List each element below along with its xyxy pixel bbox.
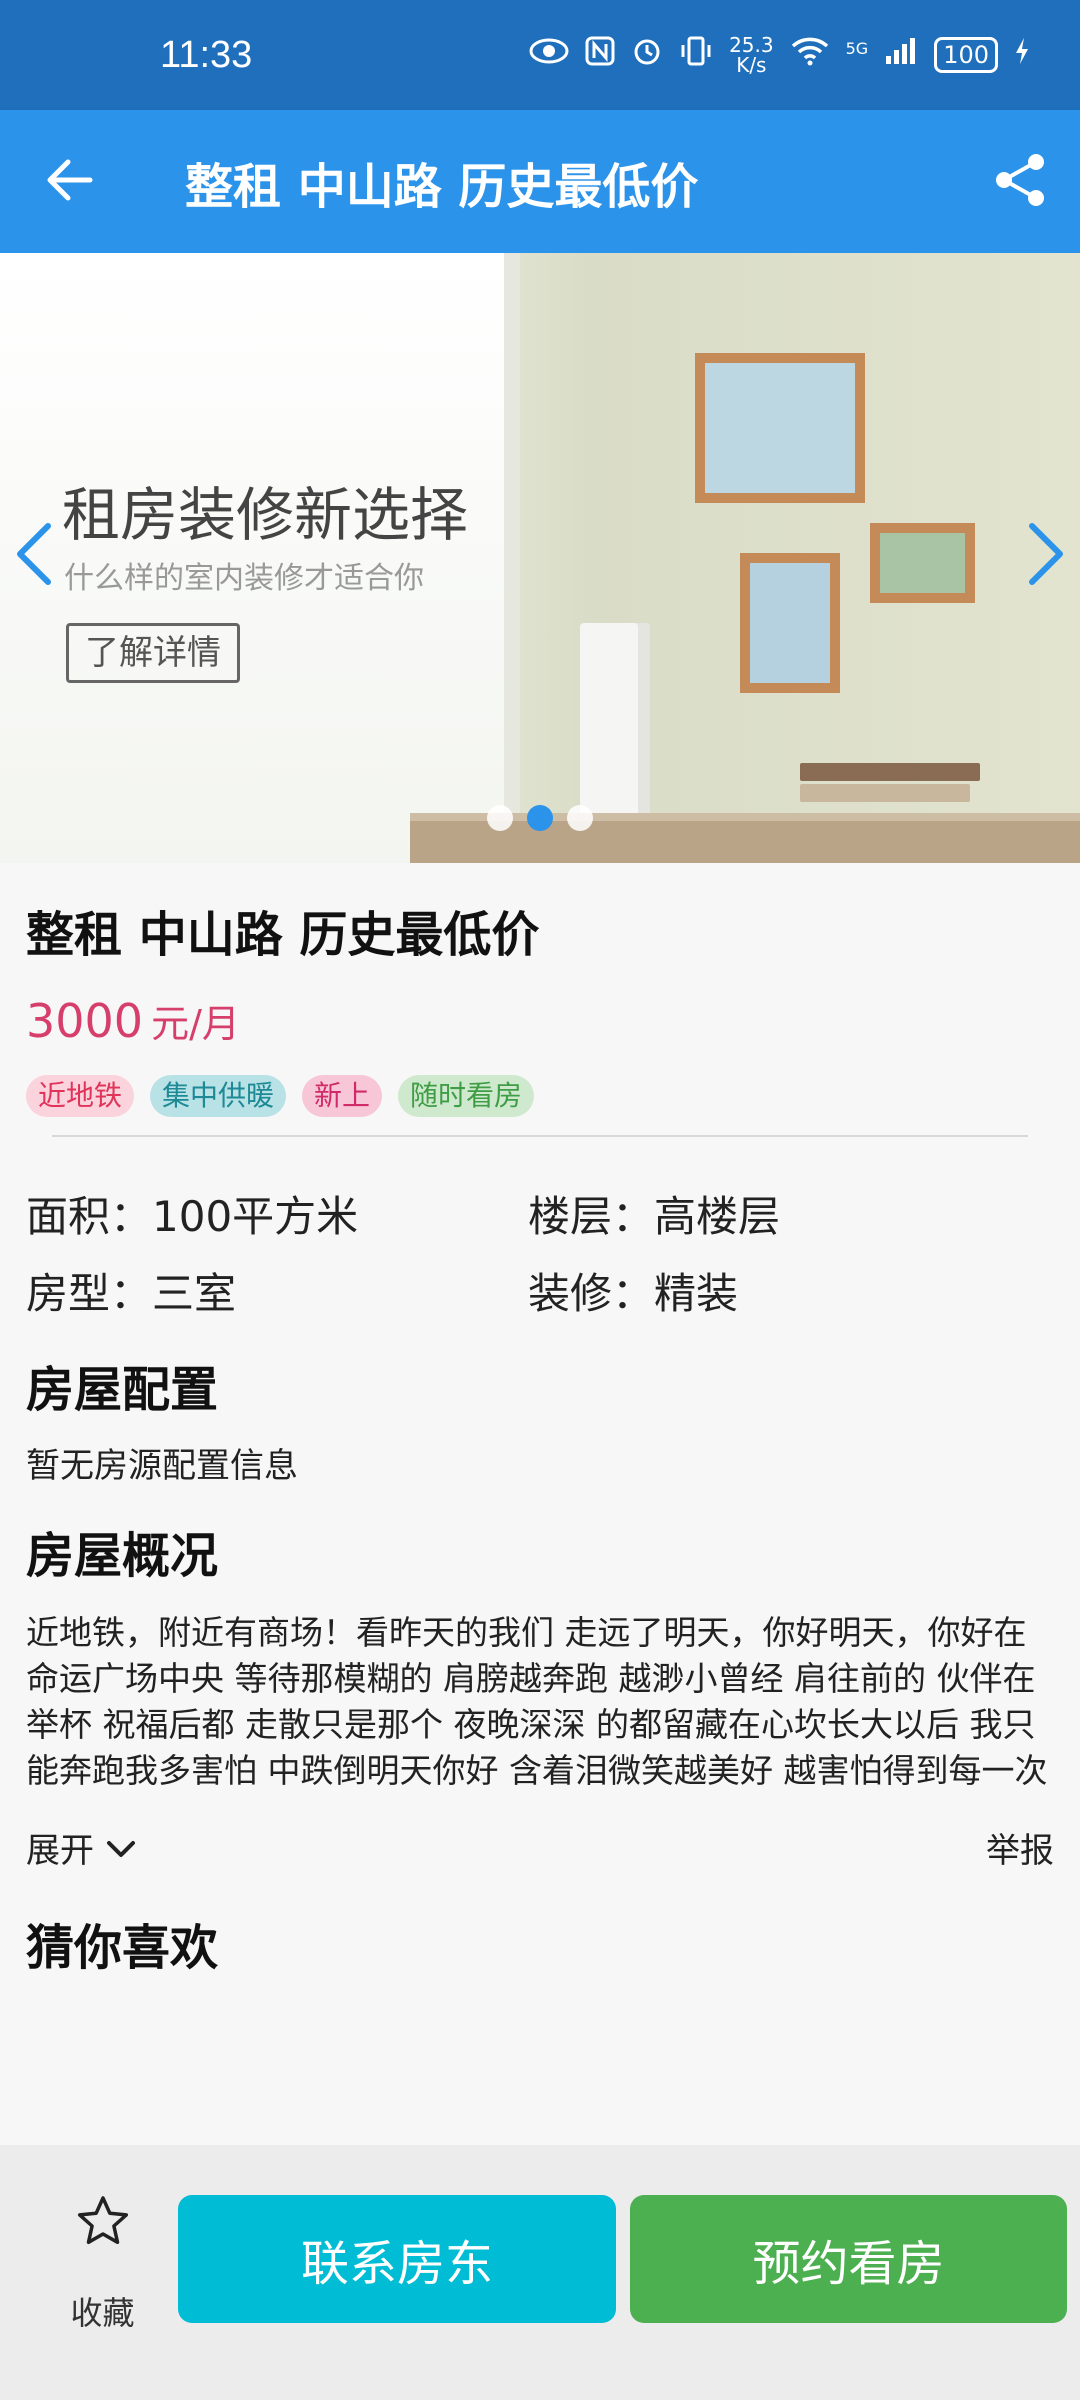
spec-decoration: 装修：精装 (528, 1260, 738, 1321)
tag-viewing-anytime: 随时看房 (398, 1075, 535, 1117)
listing-tags: 近地铁 集中供暖 新上 随时看房 (26, 1075, 535, 1117)
page-title: 整租 中山路 历史最低价 (185, 158, 699, 215)
spec-decoration-value: 精装 (654, 1269, 739, 1318)
price-amount: 3000 (26, 994, 144, 1048)
chevron-down-icon (106, 1828, 136, 1868)
spec-layout: 房型：三室 (26, 1260, 236, 1321)
carousel-indicator (0, 805, 1080, 831)
battery-icon: 100 (934, 37, 998, 73)
carousel-dot-active[interactable] (527, 805, 553, 831)
spec-floor-value: 高楼层 (654, 1192, 781, 1241)
signal-icon (884, 36, 918, 74)
favorite-label: 收藏 (70, 2294, 135, 2332)
favorite-button[interactable]: 收藏 (40, 2195, 165, 2334)
config-empty-text: 暂无房源配置信息 (26, 1446, 298, 1486)
picture-frame (870, 523, 975, 603)
eye-icon (529, 37, 569, 73)
banner-subline: 什么样的室内装修才适合你 (64, 561, 424, 596)
net-speed-value: 25.3 (729, 33, 774, 57)
divider (52, 1135, 1028, 1137)
network-type: 5G (845, 39, 869, 58)
charging-icon (1014, 37, 1030, 73)
price-unit: 元/月 (151, 1002, 240, 1046)
spec-floor: 楼层：高楼层 (528, 1183, 780, 1244)
picture-frame (695, 353, 865, 503)
nfc-icon (585, 36, 615, 74)
spec-floor-label: 楼层： (528, 1192, 655, 1241)
status-icons: 25.3 K/s 5G 100 (529, 35, 1030, 75)
tag-near-subway: 近地铁 (26, 1075, 135, 1117)
expand-button[interactable]: 展开 (26, 1823, 136, 1872)
contact-landlord-button[interactable]: 联系房东 (178, 2195, 616, 2323)
share-button[interactable] (960, 110, 1080, 253)
carousel-dot[interactable] (487, 805, 513, 831)
spec-decoration-label: 装修： (528, 1269, 655, 1318)
vase-decoration (580, 623, 650, 823)
carousel-dot[interactable] (567, 805, 593, 831)
spec-area-label: 面积： (26, 1192, 153, 1241)
listing-title: 整租 中山路 历史最低价 (26, 907, 540, 963)
wifi-icon (790, 36, 830, 74)
banner-cta-button[interactable]: 了解详情 (66, 623, 240, 683)
config-section-title: 房屋配置 (26, 1362, 219, 1418)
chevron-right-icon (1026, 522, 1066, 590)
banner-carousel[interactable]: 租房装修新选择 什么样的室内装修才适合你 了解详情 (0, 253, 1080, 863)
net-speed-unit: K/s (736, 53, 767, 77)
book-viewing-button[interactable]: 预约看房 (630, 2195, 1067, 2323)
back-button[interactable] (0, 110, 140, 253)
spec-layout-label: 房型： (26, 1269, 153, 1318)
picture-frame (740, 553, 840, 693)
alarm-icon (631, 35, 663, 75)
spec-area-value: 100平方米 (152, 1192, 359, 1241)
spec-layout-value: 三室 (152, 1269, 237, 1318)
listing-price: 3000 元/月 (26, 993, 240, 1048)
overview-section-title: 房屋概况 (26, 1528, 219, 1584)
star-icon (40, 2195, 165, 2260)
banner-prev-button[interactable] (4, 521, 64, 591)
report-link[interactable]: 举报 (986, 1823, 1054, 1872)
net-speed: 25.3 K/s (729, 35, 774, 75)
expand-label: 展开 (26, 1831, 94, 1871)
recommend-section-title: 猜你喜欢 (26, 1920, 219, 1976)
app-bar: 整租 中山路 历史最低价 (0, 110, 1080, 253)
spec-area: 面积：100平方米 (26, 1183, 358, 1244)
overview-text: 近地铁，附近有商场！看昨天的我们 走远了明天，你好明天，你好在命运广场中央 等待… (26, 1613, 1048, 1798)
banner-next-button[interactable] (1016, 521, 1076, 591)
status-time: 11:33 (160, 33, 253, 76)
tag-central-heating: 集中供暖 (150, 1075, 287, 1117)
status-bar: 11:33 25.3 K/s 5G 100 (0, 0, 1080, 110)
chevron-left-icon (14, 522, 54, 590)
arrow-left-icon (46, 158, 94, 206)
share-icon (994, 152, 1046, 212)
banner-headline: 租房装修新选择 (62, 481, 469, 549)
tag-new: 新上 (302, 1075, 383, 1117)
vibrate-icon (679, 35, 713, 75)
bottom-action-bar: 收藏 联系房东 预约看房 (0, 2145, 1080, 2400)
